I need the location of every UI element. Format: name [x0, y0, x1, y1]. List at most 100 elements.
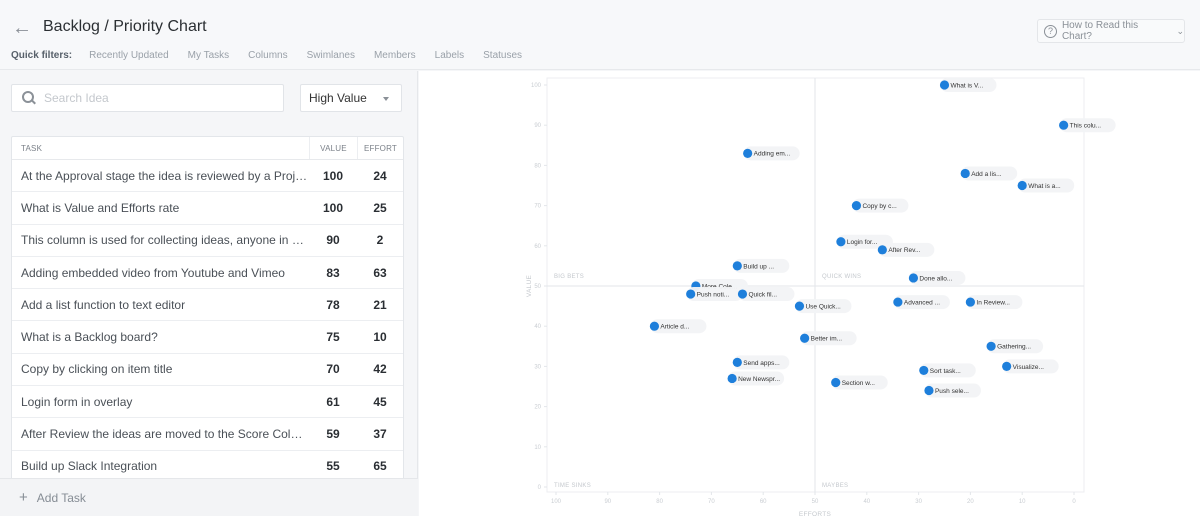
- data-point[interactable]: [908, 273, 919, 283]
- how-to-read-label: How to Read this Chart?: [1061, 20, 1139, 42]
- task-title: What is Value and Efforts rate: [21, 200, 180, 215]
- value-cell: 83: [326, 265, 340, 280]
- data-point[interactable]: [1002, 361, 1012, 371]
- data-point[interactable]: [727, 373, 737, 384]
- table-row[interactable]: Copy by clicking on item title 70 42: [12, 354, 403, 387]
- filter-statuses[interactable]: Statuses: [483, 50, 522, 61]
- table-row[interactable]: Login form in overlay 61 45: [12, 386, 403, 419]
- x-tick-label: 40: [863, 499, 870, 505]
- table-row[interactable]: This column is used for collecting ideas…: [12, 225, 403, 257]
- y-tick-label: 50: [534, 284, 541, 290]
- back-arrow-icon[interactable]: ←: [12, 18, 32, 38]
- data-point[interactable]: [831, 377, 841, 388]
- y-tick-label: 60: [534, 244, 541, 250]
- data-point[interactable]: [1059, 120, 1069, 130]
- task-cell: What is a Backlog board?: [12, 321, 309, 352]
- value-cell: 78: [326, 297, 340, 312]
- y-tick-label: 100: [531, 83, 542, 89]
- data-point[interactable]: [836, 237, 846, 247]
- how-to-read-chart-button[interactable]: ? How to Read this Chart? ⌄: [1037, 19, 1185, 43]
- column-header-task[interactable]: TASK: [12, 137, 309, 159]
- task-cell: Add a list function to text editor: [12, 289, 309, 320]
- data-point[interactable]: [1017, 180, 1027, 191]
- task-title: Build up Slack Integration: [21, 459, 158, 474]
- filter-labels[interactable]: Labels: [435, 50, 464, 61]
- data-point[interactable]: [939, 80, 950, 90]
- sort-select[interactable]: High Value: [300, 84, 402, 112]
- data-point-label: This colu...: [1070, 123, 1102, 130]
- table-row[interactable]: Add a list function to text editor 78 21: [12, 289, 403, 322]
- data-point[interactable]: [686, 289, 696, 299]
- task-cell: Copy by clicking on item title: [12, 354, 309, 385]
- add-task-button[interactable]: + Add Task: [0, 478, 418, 516]
- data-point[interactable]: [965, 297, 976, 307]
- data-point-label: Done allo...: [919, 275, 952, 282]
- column-header-effort[interactable]: EFFORT: [357, 137, 403, 159]
- value-cell: 59: [326, 427, 340, 442]
- y-tick-label: 20: [534, 405, 541, 411]
- data-point-label: Login for...: [847, 239, 878, 246]
- data-point[interactable]: [743, 148, 753, 158]
- table-row[interactable]: What is Value and Efforts rate 100 25: [12, 192, 403, 225]
- filter-swimlanes[interactable]: Swimlanes: [307, 50, 355, 61]
- task-sidebar: High Value TASK VALUE EFFORT At the Appr…: [0, 71, 418, 516]
- data-point-label: Visualize...: [1013, 364, 1045, 371]
- data-point[interactable]: [794, 301, 805, 311]
- data-point[interactable]: [893, 297, 903, 307]
- filter-members[interactable]: Members: [374, 50, 416, 61]
- add-task-label: Add Task: [36, 490, 86, 505]
- search-field[interactable]: [11, 84, 284, 112]
- data-point[interactable]: [960, 168, 970, 179]
- data-point-label: Gathering...: [997, 344, 1031, 351]
- filter-columns[interactable]: Columns: [248, 50, 287, 61]
- data-point-label: Use Quick...: [805, 304, 841, 311]
- y-tick-label: 40: [534, 324, 541, 330]
- data-point[interactable]: [649, 321, 660, 331]
- task-title: At the Approval stage the idea is review…: [21, 168, 309, 183]
- page-title: Backlog / Priority Chart: [43, 18, 207, 35]
- data-point[interactable]: [732, 357, 742, 367]
- header: ← Backlog / Priority Chart Quick filters…: [0, 0, 1200, 70]
- filter-my-tasks[interactable]: My Tasks: [188, 50, 230, 61]
- data-point-label: What is a...: [1028, 183, 1061, 190]
- effort-cell: 24: [373, 168, 387, 183]
- quick-filters-label: Quick filters:: [11, 50, 73, 61]
- table-row[interactable]: At the Approval stage the idea is review…: [12, 160, 403, 193]
- task-title: This column is used for collecting ideas…: [21, 233, 309, 248]
- chevron-down-icon: ⌄: [1176, 25, 1184, 36]
- search-icon: [22, 91, 36, 105]
- priority-chart-panel: 0 10 20 30 40 50 60 70 80 90 100 100 90 80 70 60 50 40 30 2…: [419, 71, 1200, 516]
- value-cell: 100: [322, 168, 344, 183]
- x-tick-label: 80: [656, 499, 663, 505]
- quadrant-label-big-bets: BIG BETS: [554, 274, 584, 280]
- data-point[interactable]: [877, 245, 887, 255]
- filter-recently-updated[interactable]: Recently Updated: [89, 50, 169, 61]
- data-point[interactable]: [924, 385, 934, 396]
- data-point-label: Section w...: [842, 380, 875, 387]
- quick-filters: Quick filters: Recently Updated My Tasks…: [11, 50, 541, 61]
- data-point-label: In Review...: [976, 299, 1010, 306]
- data-point[interactable]: [851, 201, 862, 211]
- data-point[interactable]: [986, 341, 996, 351]
- data-point[interactable]: [732, 261, 742, 271]
- task-cell: This column is used for collecting ideas…: [12, 225, 309, 256]
- priority-chart: 0102030405060708090100100 90 80 70 60 50 40 30 2…: [526, 77, 1116, 516]
- data-point[interactable]: [919, 365, 929, 376]
- table-row[interactable]: After Review the ideas are moved to the …: [12, 418, 403, 451]
- data-point[interactable]: [737, 289, 748, 299]
- question-circle-icon: ?: [1044, 24, 1057, 38]
- effort-cell: 63: [373, 265, 387, 280]
- data-point-label: Adding em...: [754, 151, 791, 158]
- data-point[interactable]: [800, 333, 810, 343]
- data-point-label: Quick fil...: [748, 291, 777, 298]
- y-tick-label: 90: [534, 123, 541, 129]
- task-table: TASK VALUE EFFORT At the Approval stage …: [11, 136, 404, 484]
- table-row[interactable]: Adding embedded video from Youtube and V…: [12, 257, 403, 290]
- data-point-label: Sort task...: [930, 368, 961, 375]
- search-input[interactable]: [44, 91, 264, 105]
- x-axis-title: EFFORTS: [799, 511, 832, 516]
- x-tick-label: 100: [551, 499, 562, 505]
- x-tick-label: 60: [760, 499, 767, 505]
- table-row[interactable]: What is a Backlog board? 75 10: [12, 321, 403, 354]
- column-header-value[interactable]: VALUE: [309, 137, 357, 159]
